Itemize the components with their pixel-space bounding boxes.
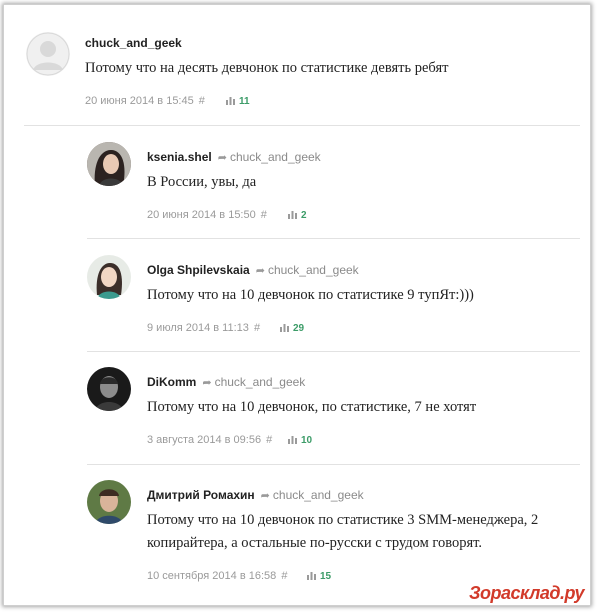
reply-arrow-icon: ➦ [255,265,265,277]
site-watermark-logo: Зорасклад.ру [468,583,585,603]
vote-count[interactable]: 11 [226,96,250,107]
comment-date[interactable]: 20 июня 2014 в 15:45 # [85,95,205,107]
comment-date[interactable]: 9 июля 2014 в 11:13 # [147,322,260,334]
reply-to-link[interactable]: ➦ chuck_and_geek [202,375,305,389]
comment-author[interactable]: Olga Shpilevskaia ➦ chuck_and_geek [147,263,359,277]
comments-panel: chuck_and_geek Потому что на десять девч… [3,4,591,606]
avatar[interactable] [87,367,131,411]
reply-arrow-icon: ➦ [260,490,270,502]
reply-to-link[interactable]: ➦ chuck_and_geek [261,488,364,502]
comment-author[interactable]: DiKomm ➦ chuck_and_geek [147,375,305,389]
comment-text-line: Потому что на 10 девчонок по статистике … [147,512,539,528]
comment-text: В России, увы, да [147,174,257,190]
divider [87,238,580,239]
comment-text: Потому что на десять девчонок по статист… [85,60,449,76]
reply-to-link[interactable]: ➦ chuck_and_geek [256,263,359,277]
comment-date[interactable]: 20 июня 2014 в 15:50 # [147,209,267,221]
divider [24,125,580,126]
avatar[interactable] [87,142,131,186]
reply-to-link[interactable]: ➦ chuck_and_geek [218,150,321,164]
vote-count[interactable]: 2 [288,210,307,221]
reply-arrow-icon: ➦ [217,152,227,164]
reply-arrow-icon: ➦ [202,377,212,389]
comment-author[interactable]: ksenia.shel ➦ chuck_and_geek [147,150,321,164]
rating-bars-icon [288,436,297,444]
vote-count[interactable]: 10 [288,435,312,446]
rating-bars-icon [288,211,297,219]
comment-author[interactable]: chuck_and_geek [85,36,182,50]
avatar[interactable] [87,255,131,299]
rating-bars-icon [226,97,235,105]
comment-text: Потому что на 10 девчонок по статистике … [147,509,538,555]
divider [87,351,580,352]
comment-date[interactable]: 10 сентября 2014 в 16:58 # [147,570,287,582]
rating-bars-icon [307,572,316,580]
avatar-placeholder[interactable] [26,32,70,76]
avatar[interactable] [87,480,131,524]
comment-text: Потому что на 10 девчонок, по статистике… [147,399,477,415]
comment-date[interactable]: 3 августа 2014 в 09:56 # [147,434,272,446]
comment-text-line: копирайтера, а остальные по-русски с тру… [147,535,483,551]
comment-author[interactable]: Дмитрий Ромахин ➦ chuck_and_geek [147,488,364,502]
rating-bars-icon [280,324,289,332]
vote-count[interactable]: 15 [307,571,331,582]
comment-text: Потому что на 10 девчонок по статистике … [147,287,474,303]
vote-count[interactable]: 29 [280,323,304,334]
divider [87,464,580,465]
